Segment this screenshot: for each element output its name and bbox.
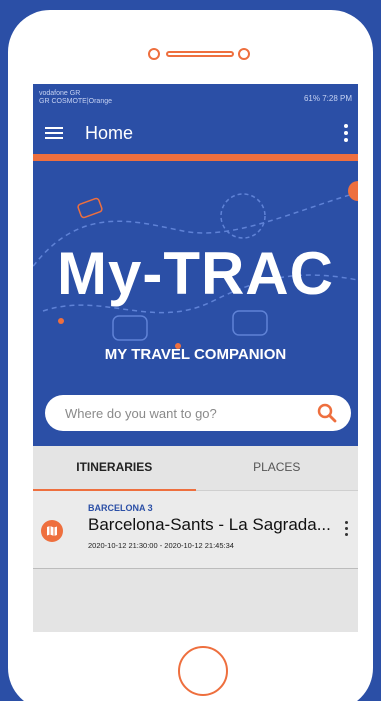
overflow-menu-icon[interactable] [344,124,348,142]
app-bar: Home [33,112,358,154]
page-title: Home [85,122,134,143]
tab-bar: ITINERARIES PLACES [33,446,358,491]
itinerary-row[interactable]: BARCELONA 3 Barcelona-Sants - La Sagrada… [33,491,358,569]
itinerary-title: Barcelona-Sants - La Sagrada... [88,515,331,534]
search-input[interactable]: Where do you want to go? [65,406,317,421]
hero-banner: My-TRAC MY TRAVEL COMPANION [33,161,358,386]
speaker-bar [166,51,234,57]
carrier-line-1: vodafone GR [39,90,81,97]
accent-divider [33,154,358,161]
tab-itineraries[interactable]: ITINERARIES [33,446,196,490]
status-carrier: vodafone GR GR COSMOTE|Orange [39,90,112,106]
phone-speaker [148,48,258,62]
search-icon[interactable] [317,403,337,423]
status-bar: vodafone GR GR COSMOTE|Orange 61% 7:28 P… [33,84,358,112]
status-battery-time: 61% 7:28 PM [303,93,352,103]
app-tagline: MY TRAVEL COMPANION [104,346,287,363]
speaker-dot-right [238,48,250,60]
map-icon [41,520,63,542]
itinerary-subtitle: BARCELONA 3 [88,503,153,513]
app-logo: My-TRAC [57,240,334,307]
hamburger-menu-icon[interactable] [45,126,63,140]
itinerary-time: 2020-10-12 21:30:00 - 2020-10-12 21:45:3… [88,541,234,550]
itineraries-panel: ITINERARIES PLACES BARCELONA 3 Barcelona… [33,446,358,632]
search-bar[interactable]: Where do you want to go? [45,395,351,431]
app-screen: vodafone GR GR COSMOTE|Orange 61% 7:28 P… [33,84,358,632]
itinerary-more-icon[interactable] [345,521,348,539]
home-button[interactable] [178,646,228,696]
speaker-dot-left [148,48,160,60]
carrier-line-2: GR COSMOTE|Orange [39,98,113,105]
tab-places[interactable]: PLACES [196,446,359,490]
